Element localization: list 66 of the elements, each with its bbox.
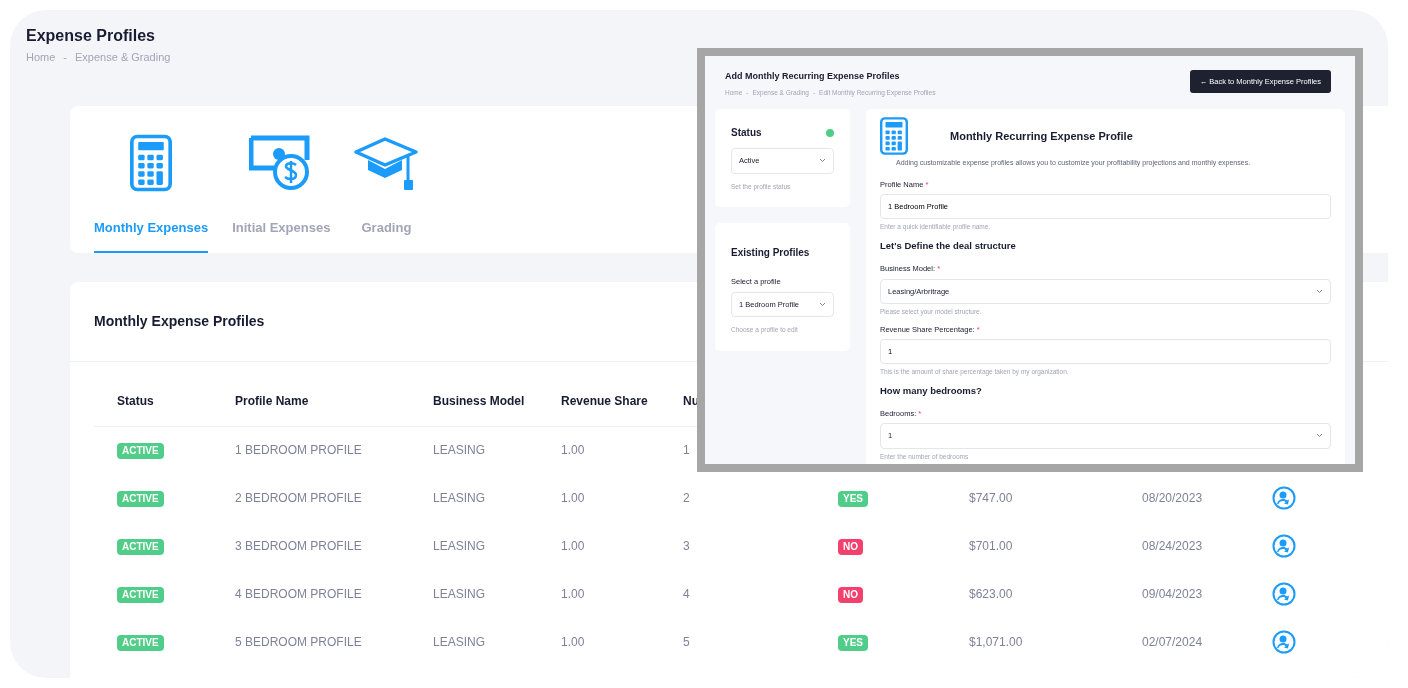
table-cell: 08/24/2023 — [1142, 539, 1203, 554]
user-circle-icon[interactable] — [1272, 486, 1296, 511]
chevron-down-icon — [1316, 433, 1323, 439]
va-badge: NO — [838, 587, 863, 604]
user-circle-icon[interactable] — [1272, 582, 1296, 607]
table-cell: LEASING — [433, 635, 486, 650]
table-cell: 5 BEDROOM PROFILE — [235, 635, 362, 650]
column-header: Status — [117, 393, 154, 408]
card-title: Monthly Expense Profiles — [94, 313, 265, 331]
column-header: Revenue Share — [561, 393, 648, 408]
table-cell: 09/04/2023 — [1142, 587, 1203, 602]
table-cell: $1,071.00 — [969, 635, 1023, 650]
table-cell: 1.00 — [561, 491, 585, 506]
table-cell: 1.00 — [561, 587, 585, 602]
table-cell: 08/20/2023 — [1142, 491, 1203, 506]
table-cell: 1.00 — [561, 539, 585, 554]
column-header: Business Model — [433, 393, 525, 408]
breadcrumb-separator: - — [63, 50, 67, 66]
tab[interactable]: Initial Expenses — [232, 217, 331, 254]
page-title: Add Monthly Recurring Expense Profiles — [725, 70, 901, 83]
table-cell: 3 — [683, 539, 690, 554]
va-badge: YES — [838, 491, 868, 508]
chevron-down-icon — [819, 158, 826, 164]
table-cell: 4 — [683, 587, 690, 602]
table-cell: 4 BEDROOM PROFILE — [235, 587, 362, 602]
calculator-icon — [130, 133, 173, 192]
table-cell: 1 — [683, 443, 690, 458]
calculator-icon — [880, 117, 908, 156]
table-cell: $747.00 — [969, 491, 1013, 506]
graduation-cap-icon — [354, 135, 419, 192]
status-badge: ACTIVE — [117, 587, 164, 604]
tab[interactable]: Monthly Expenses — [94, 217, 209, 254]
form-title: Monthly Recurring Expense Profile — [950, 129, 1133, 144]
table-cell: $701.00 — [969, 539, 1013, 554]
status-badge: ACTIVE — [117, 443, 164, 460]
table-cell: 1.00 — [561, 443, 585, 458]
table-cell: 3 BEDROOM PROFILE — [235, 539, 362, 554]
chevron-down-icon — [1316, 288, 1323, 294]
table-cell: 5 — [683, 635, 690, 650]
page-title: Expense Profiles — [26, 26, 156, 46]
section-heading: Let's Define the deal structure — [880, 239, 1017, 253]
tab[interactable]: Grading — [354, 217, 419, 254]
table-cell: 2 BEDROOM PROFILE — [235, 491, 362, 506]
card-title: Status — [731, 126, 762, 141]
card-title: Existing Profiles — [731, 246, 811, 261]
va-badge: NO — [838, 539, 863, 556]
table-cell: 02/07/2024 — [1142, 635, 1203, 650]
table-cell: 2 — [683, 491, 690, 506]
table-cell: 1.00 — [561, 635, 585, 650]
breadcrumb-link[interactable]: Home — [26, 49, 56, 66]
user-circle-icon[interactable] — [1272, 534, 1296, 559]
column-header: Profile Name — [235, 393, 309, 408]
table-cell: 1 BEDROOM PROFILE — [235, 443, 362, 458]
status-badge: ACTIVE — [117, 635, 164, 652]
table-cell: LEASING — [433, 587, 486, 602]
section-heading: How many bedrooms? — [880, 383, 983, 398]
user-circle-icon[interactable] — [1272, 630, 1296, 655]
breadcrumb-link[interactable]: Expense & Grading — [75, 49, 171, 66]
status-badge: ACTIVE — [117, 491, 164, 508]
table-cell: LEASING — [433, 539, 486, 554]
va-badge: YES — [838, 635, 868, 652]
table-cell: LEASING — [433, 491, 486, 506]
status-badge: ACTIVE — [117, 539, 164, 556]
table-cell: $623.00 — [969, 587, 1013, 602]
chevron-down-icon — [819, 301, 826, 307]
table-cell: LEASING — [433, 443, 486, 458]
